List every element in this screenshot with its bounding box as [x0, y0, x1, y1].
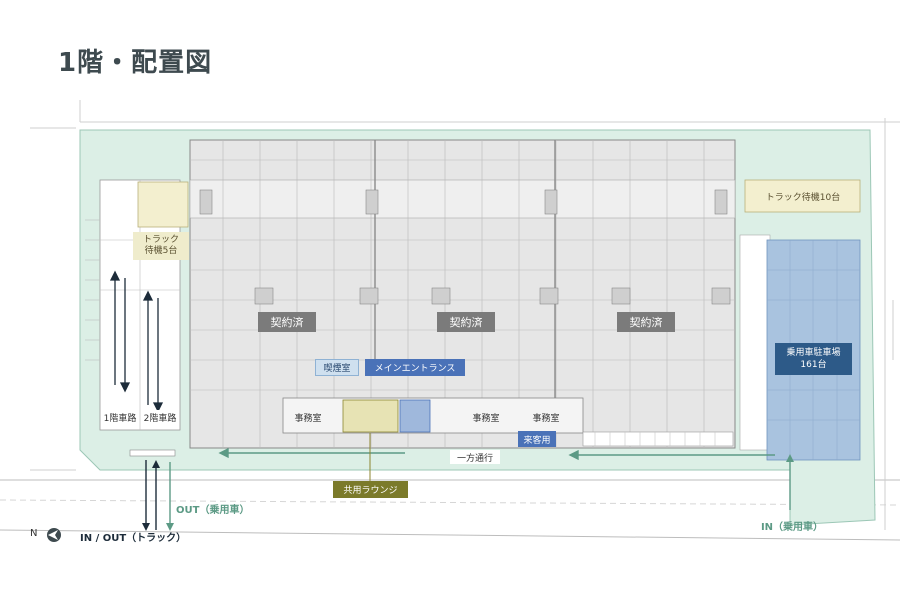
car-parking-label-line2: 161台 [800, 360, 827, 370]
lounge-room [342, 399, 399, 433]
truck-waiting-area-5 [137, 181, 189, 228]
office-label-left: 事務室 [294, 413, 322, 424]
right-road [739, 234, 771, 451]
in-car-label: IN（乗用車） [760, 521, 824, 533]
tenant-block-1-label: 契約済 [258, 312, 316, 332]
site-plan [0, 100, 900, 541]
north-letter: N [30, 528, 38, 539]
compass-arrow-icon [47, 528, 61, 542]
ramp-2f-label: 2階車路 [141, 410, 179, 424]
bottom-dock [582, 431, 734, 447]
truck-waiting-10-label: トラック待機10台 [765, 192, 841, 203]
tenant-block-2-label: 契約済 [437, 312, 495, 332]
one-way-label: 一方通行 [450, 450, 500, 464]
office-label-right: 事務室 [532, 413, 560, 424]
car-parking-label-line1: 乗用車駐車場 [786, 348, 841, 358]
north-arrow-icon: N [30, 527, 70, 543]
entrance-core [399, 399, 431, 433]
lounge-label: 共用ラウンジ [333, 481, 408, 498]
main-entrance-label: メインエントランス [365, 359, 465, 376]
inout-truck-label: IN / OUT（トラック） [80, 532, 187, 544]
out-car-label: OUT（乗用車） [176, 504, 250, 516]
car-parking-label: 乗用車駐車場 161台 [775, 343, 852, 375]
ramp-1f-label: 1階車路 [101, 410, 139, 424]
visitor-parking-label: 来客用 [518, 431, 556, 447]
loading-band [189, 179, 736, 219]
tenant-block-3-label: 契約済 [617, 312, 675, 332]
smoking-room-label: 喫煙室 [315, 359, 359, 376]
truck-waiting-5-label: トラック 待機5台 [133, 232, 189, 260]
office-label-mid: 事務室 [472, 413, 500, 424]
